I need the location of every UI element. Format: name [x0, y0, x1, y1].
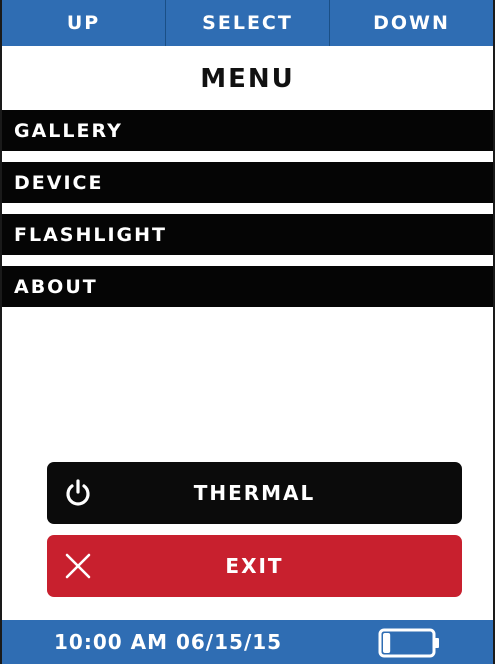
- down-softkey[interactable]: DOWN: [330, 0, 493, 46]
- thermal-button[interactable]: THERMAL: [47, 462, 462, 524]
- close-icon: [65, 553, 91, 579]
- exit-label: EXIT: [225, 554, 284, 578]
- battery-level-fill: [383, 633, 391, 653]
- device-screen: UP SELECT DOWN MENU GALLERY DEVICE FLASH…: [0, 0, 495, 664]
- softkey-bar: UP SELECT DOWN: [2, 0, 493, 46]
- thermal-label: THERMAL: [193, 481, 316, 505]
- menu-list: GALLERY DEVICE FLASHLIGHT ABOUT: [2, 110, 493, 318]
- menu-item-flashlight[interactable]: FLASHLIGHT: [2, 214, 493, 255]
- status-bar: 10:00 AM 06/15/15: [2, 620, 493, 664]
- menu-item-gallery[interactable]: GALLERY: [2, 110, 493, 151]
- menu-item-about[interactable]: ABOUT: [2, 266, 493, 307]
- power-icon: [66, 479, 90, 506]
- date-time: 10:00 AM 06/15/15: [54, 630, 283, 654]
- select-softkey[interactable]: SELECT: [166, 0, 330, 46]
- up-softkey[interactable]: UP: [2, 0, 166, 46]
- page-title: MENU: [200, 64, 295, 94]
- menu-item-device[interactable]: DEVICE: [2, 162, 493, 203]
- exit-button[interactable]: EXIT: [47, 535, 462, 597]
- battery-icon: [378, 628, 439, 658]
